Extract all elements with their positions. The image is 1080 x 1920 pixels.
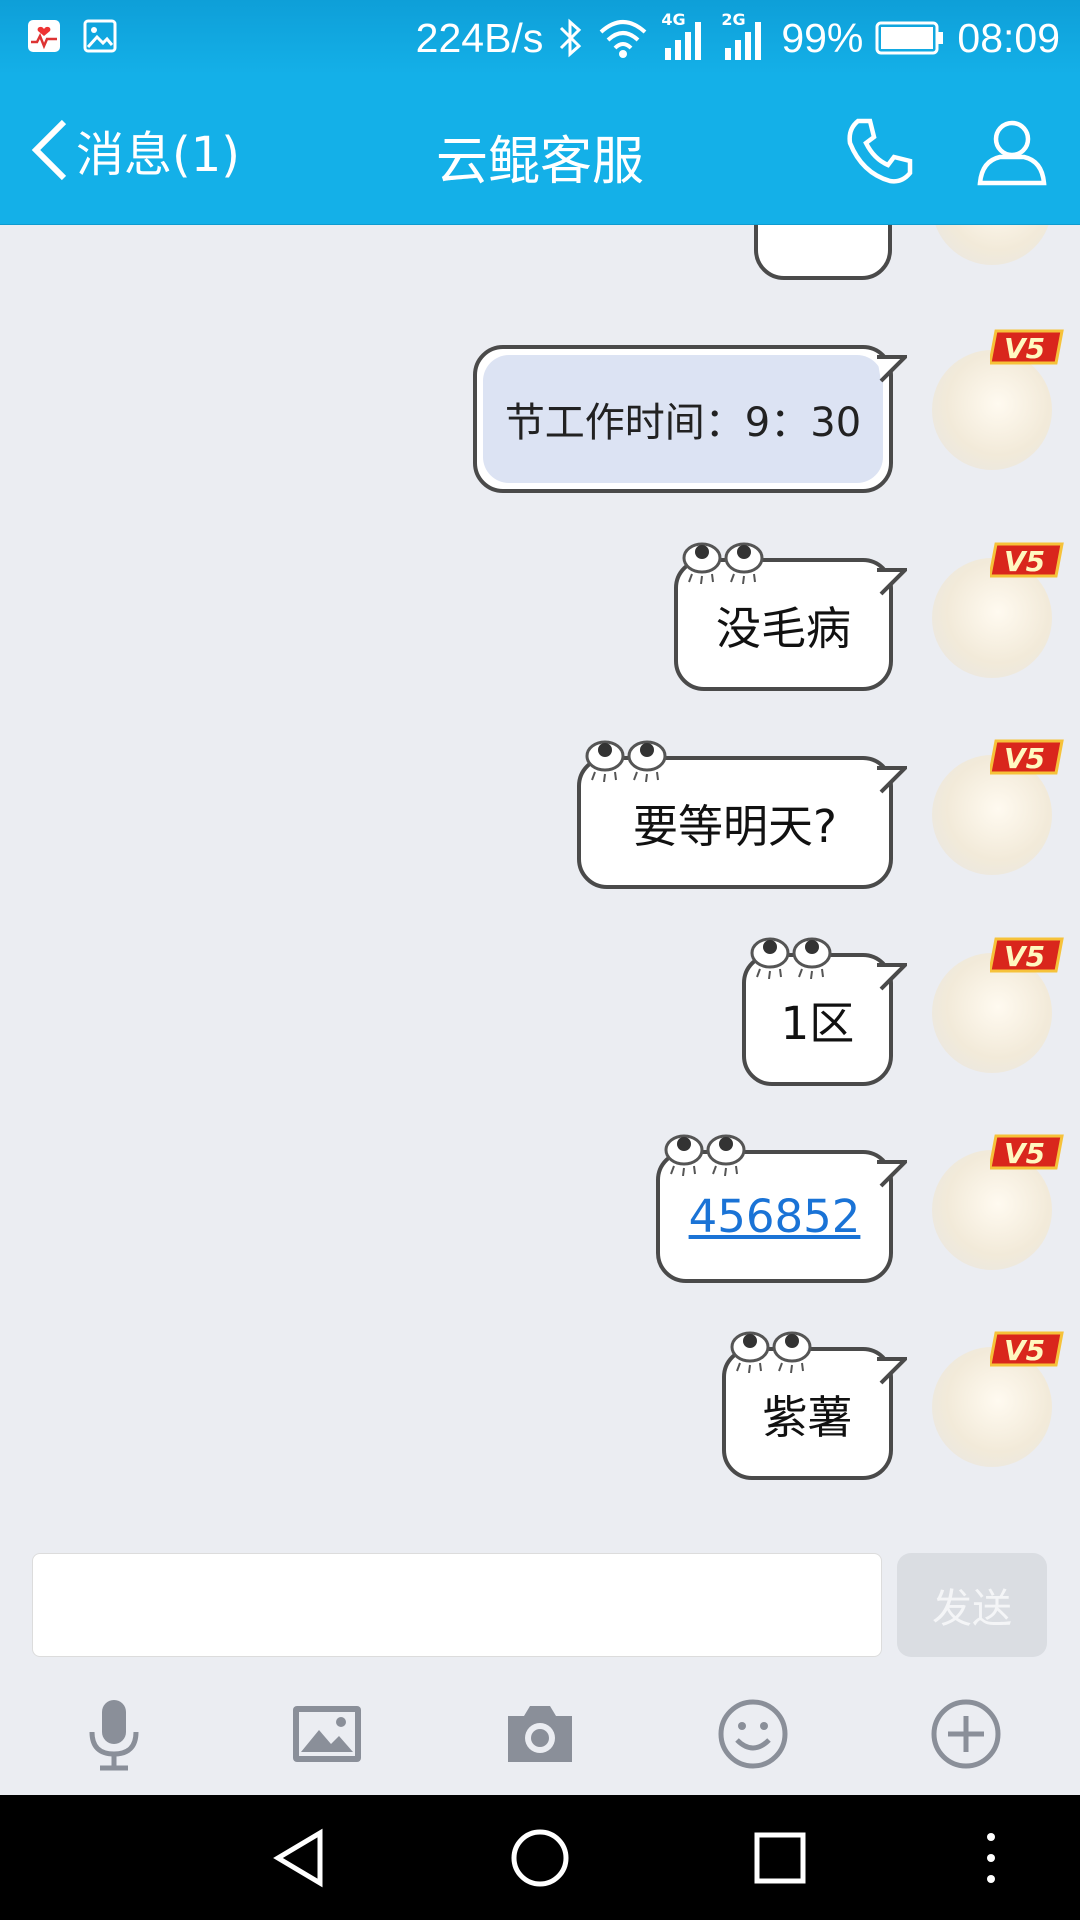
phone-icon[interactable] <box>842 113 918 189</box>
message-input[interactable] <box>32 1553 882 1657</box>
message-text: 没毛病 <box>715 602 851 655</box>
clock: 08:09 <box>957 14 1060 61</box>
bubble-tail-icon <box>877 1357 907 1385</box>
network-speed: 224B/s <box>415 14 544 61</box>
chat-screen: 224B/s 4G 2G 99% 08:09 消息(1) 云鲲客服 节工作时间：… <box>0 0 1080 1920</box>
message-text: 要等明天? <box>633 800 837 853</box>
emoji-icon[interactable] <box>713 1694 793 1774</box>
input-toolbar <box>0 1670 1080 1795</box>
bubble-tail-icon <box>877 1160 907 1188</box>
vip-badge-icon: V5 <box>990 937 1064 973</box>
battery-icon <box>875 21 944 55</box>
message-list[interactable]: ... 节工作时间：9：30 V5 没毛病 V5 <box>0 225 1080 1530</box>
vip-badge-icon: V5 <box>990 1331 1064 1367</box>
eyes-decoration-icon <box>664 1134 746 1176</box>
camera-icon[interactable] <box>500 1694 580 1774</box>
profile-icon[interactable] <box>974 113 1050 189</box>
eyes-decoration-icon <box>682 542 764 584</box>
message-text: ... <box>807 225 839 233</box>
bubble-tail-icon <box>877 568 907 596</box>
vip-badge-label: V5 <box>1004 940 1045 973</box>
wifi-icon <box>599 20 647 58</box>
eyes-decoration-icon <box>730 1331 812 1373</box>
chat-title: 云鲲客服 <box>435 132 644 192</box>
plus-icon[interactable] <box>926 1694 1006 1774</box>
avatar[interactable] <box>932 225 1052 265</box>
bubble-tail-icon <box>877 766 907 794</box>
image-icon[interactable] <box>287 1694 367 1774</box>
input-bar: 发送 <box>0 1530 1080 1670</box>
vip-badge-label: V5 <box>1004 1334 1045 1367</box>
message-text: 1区 <box>780 997 855 1050</box>
eyes-decoration-icon <box>585 740 667 782</box>
message-bubble[interactable]: 没毛病 <box>674 542 907 691</box>
message-image: 节工作时间：9：30 <box>483 355 883 483</box>
bubble-tail-icon <box>877 963 907 991</box>
home-circle-icon[interactable] <box>507 1825 573 1891</box>
send-button[interactable]: 发送 <box>897 1553 1047 1657</box>
message-bubble[interactable]: 紫薯 <box>722 1331 907 1480</box>
back-triangle-icon[interactable] <box>268 1825 334 1891</box>
message-text: 紫薯 <box>762 1391 853 1444</box>
signal-4g-icon: 4G <box>661 10 709 62</box>
vip-badge-label: V5 <box>1004 1137 1045 1170</box>
bubble-tail-icon <box>877 355 907 383</box>
avatar[interactable] <box>932 350 1052 470</box>
microphone-icon[interactable] <box>74 1694 154 1774</box>
vip-badge-icon: V5 <box>990 739 1064 775</box>
message-link[interactable]: 456852 <box>689 1190 861 1243</box>
health-app-icon <box>28 20 60 52</box>
vip-badge-label: V5 <box>1004 545 1045 578</box>
message-bubble[interactable]: 456852 <box>656 1134 907 1283</box>
eyes-decoration-icon <box>750 937 832 979</box>
bluetooth-icon <box>560 18 582 58</box>
recents-square-icon[interactable] <box>747 1825 813 1891</box>
more-dots-icon[interactable] <box>958 1825 1024 1891</box>
vip-badge-icon: V5 <box>990 329 1064 365</box>
title-bar: 消息(1) 云鲲客服 <box>0 75 1080 225</box>
gallery-icon <box>83 19 117 53</box>
image-caption: 节工作时间：9：30 <box>504 400 862 446</box>
vip-badge-label: V5 <box>1004 742 1045 775</box>
message-bubble[interactable]: 1区 <box>742 937 907 1086</box>
message-bubble[interactable]: 要等明天? <box>577 740 907 889</box>
vip-badge-label: V5 <box>1004 332 1045 365</box>
vip-badge-icon: V5 <box>990 1134 1064 1170</box>
signal-2g-icon: 2G <box>721 10 769 62</box>
status-bar: 224B/s 4G 2G 99% 08:09 <box>0 0 1080 75</box>
battery-percent: 99% <box>781 14 864 61</box>
vip-badge-icon: V5 <box>990 542 1064 578</box>
image-message-bubble[interactable]: 节工作时间：9：30 <box>473 345 907 493</box>
navigation-bar <box>0 1795 1080 1920</box>
message-bubble[interactable]: ... <box>754 225 892 280</box>
